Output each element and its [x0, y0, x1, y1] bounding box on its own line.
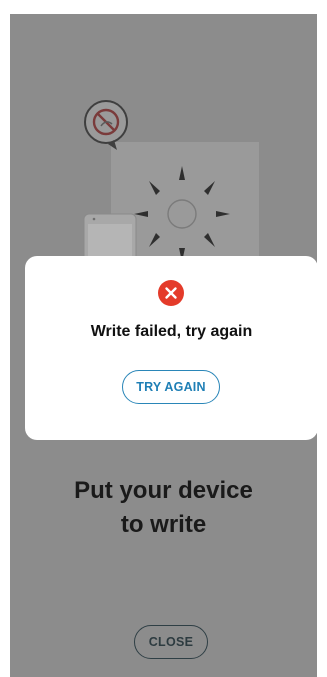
try-again-button[interactable]: TRY AGAIN [122, 370, 220, 404]
write-prompt-line-2: to write [120, 511, 207, 538]
write-failed-dialog: Write failed, try again TRY AGAIN [25, 256, 317, 440]
screen-overlay: Put your device to write CLOSE Write fai… [10, 14, 317, 677]
close-button[interactable]: CLOSE [134, 625, 208, 659]
write-illustration [83, 100, 259, 274]
dialog-message: Write failed, try again [90, 323, 253, 340]
write-prompt-line-1: Put your device [74, 477, 253, 504]
error-x-icon [158, 280, 184, 306]
